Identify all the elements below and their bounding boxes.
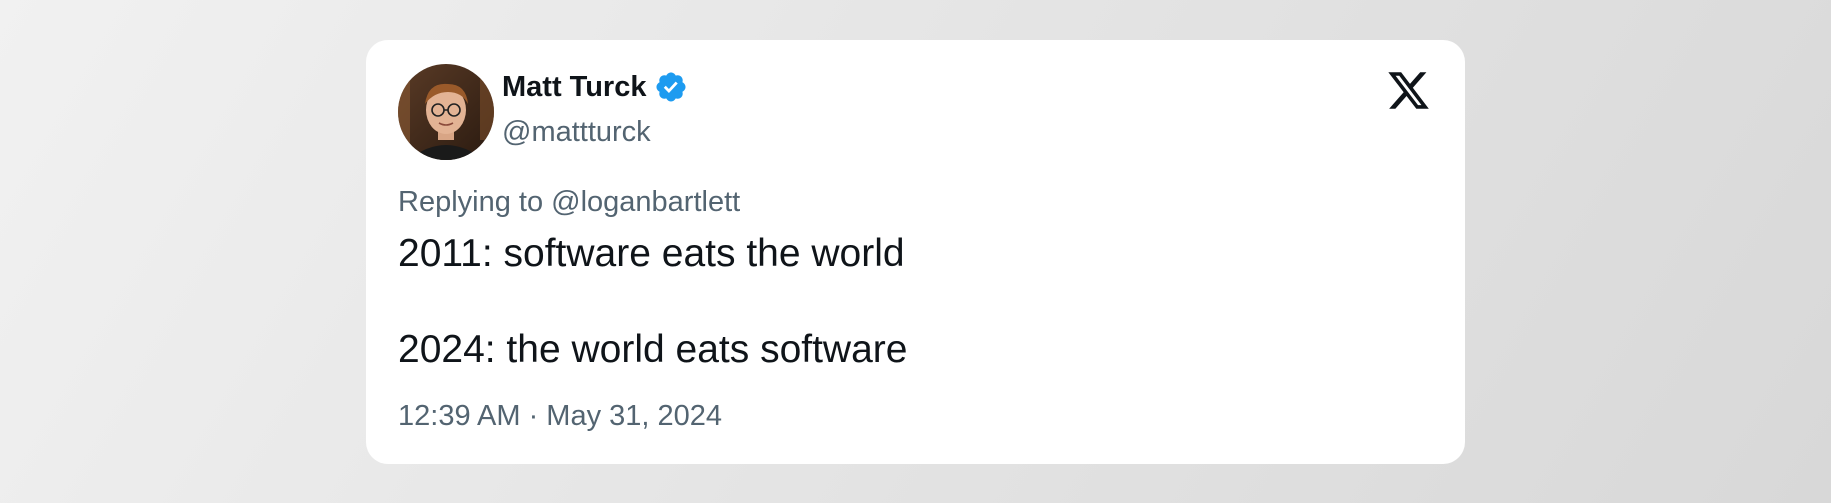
tweet-timestamp[interactable]: 12:39 AM · May 31, 2024 [398, 400, 722, 433]
avatar[interactable] [398, 64, 494, 160]
x-logo-icon[interactable] [1386, 68, 1431, 113]
author-handle[interactable]: @mattturck [502, 116, 651, 149]
verified-badge-icon [654, 70, 688, 104]
author-row: Matt Turck [502, 70, 688, 104]
author-name[interactable]: Matt Turck [502, 71, 646, 104]
tweet-text-line: 2011: software eats the world [398, 232, 905, 275]
replying-to[interactable]: Replying to @loganbartlett [398, 186, 740, 219]
tweet-text-line: 2024: the world eats software [398, 328, 908, 371]
tweet-card: Matt Turck @mattturck Replying to @logan… [366, 40, 1465, 464]
